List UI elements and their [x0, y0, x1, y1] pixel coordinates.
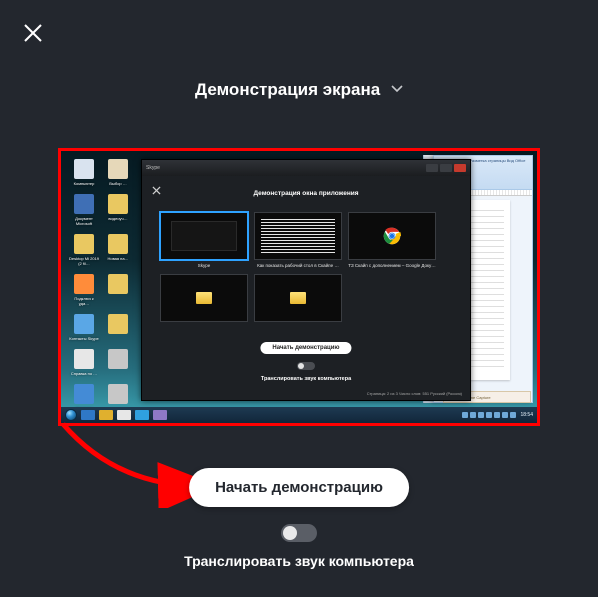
desktop-icon	[103, 349, 133, 376]
inner-thumbnail: ТЗ Скайп с дополнением – Google Доку…	[348, 212, 436, 268]
desktop-icon-glyph	[108, 234, 128, 254]
desktop-icon: Документ Microsoft	[69, 194, 99, 226]
desktop-icon-label: Новая па…	[103, 256, 133, 261]
desktop-icon	[103, 274, 133, 306]
desktop-icon-glyph	[74, 194, 94, 214]
inner-window-title: Skype	[146, 165, 160, 171]
desktop-icon-label: Справка по …	[69, 371, 99, 376]
inner-thumbnail-image	[160, 212, 248, 260]
chrome-icon	[383, 227, 401, 245]
dialog-title-text: Демонстрация экрана	[195, 80, 380, 99]
inner-thumbnail-image	[348, 212, 436, 260]
minimize-icon	[426, 164, 438, 172]
inner-thumbnail-grid: Skype Как показать рабочий стол в Скайпе …	[160, 212, 452, 325]
inner-start-button: Начать демонстрацию	[260, 342, 351, 354]
desktop-icon-label: Подключ к уда…	[69, 296, 99, 306]
inner-window-buttons	[426, 164, 466, 172]
desktop-icon-glyph	[74, 314, 94, 334]
taskbar-item	[135, 410, 149, 420]
desktop-icon-glyph	[108, 349, 128, 369]
desktop-icon: Подключ к уда…	[69, 274, 99, 306]
inner-audio-toggle	[297, 362, 315, 370]
inner-status-text: Страница: 2 из 3 Число слов: 551 Русский…	[367, 391, 462, 396]
inner-thumbnail: Skype	[160, 212, 248, 268]
desktop-icon: Desktop Mi 2019 (2 fil…	[69, 234, 99, 266]
desktop-icon-glyph	[108, 384, 128, 404]
desktop-icon-glyph	[74, 159, 94, 179]
desktop-icon: Компьютер	[69, 159, 99, 186]
inner-thumbnail-caption: ТЗ Скайп с дополнением – Google Доку…	[348, 263, 436, 268]
start-sharing-button[interactable]: Начать демонстрацию	[189, 468, 409, 507]
desktop-icon-label: Desktop Mi 2019 (2 fil…	[69, 256, 99, 266]
taskbar-item	[153, 410, 167, 420]
desktop-icon: видеоуч…	[103, 194, 133, 226]
inner-thumbnail-caption: Skype	[160, 263, 248, 268]
taskbar-items	[77, 410, 167, 420]
close-dialog-button[interactable]	[22, 22, 44, 44]
inner-thumbnail-image	[160, 274, 248, 322]
chevron-down-icon	[391, 78, 403, 98]
inner-heading: Демонстрация окна приложения	[142, 190, 470, 197]
inner-thumbnail	[160, 274, 248, 325]
desktop-icon: Контакты Skype	[69, 314, 99, 341]
broadcast-audio-toggle[interactable]	[281, 524, 317, 542]
desktop-icon-glyph	[108, 159, 128, 179]
desktop-icon: Выбор …	[103, 159, 133, 186]
inner-thumbnail	[254, 274, 342, 325]
desktop-icon-label: Выбор …	[103, 181, 133, 186]
taskbar: 18:54	[61, 407, 537, 423]
start-orb-icon	[65, 409, 77, 421]
inner-skype-window: Skype Демонстрация окна приложения Skype…	[141, 159, 471, 401]
desktop-icon-label: Документ Microsoft	[69, 216, 99, 226]
desktop-icon-label: видеоуч…	[103, 216, 133, 221]
dialog-title-dropdown[interactable]: Демонстрация экрана	[0, 80, 598, 100]
maximize-icon	[440, 164, 452, 172]
inner-thumbnail-caption: Как показать рабочий стол в Скайпе …	[254, 263, 342, 268]
taskbar-clock: 18:54	[520, 412, 533, 418]
inner-broadcast-label: Транслировать звук компьютера	[142, 376, 470, 382]
inner-thumbnail-image	[254, 212, 342, 260]
desktop-icon-glyph	[74, 384, 94, 404]
desktop-icon-glyph	[108, 274, 128, 294]
taskbar-item	[117, 410, 131, 420]
desktop-icon-glyph	[108, 314, 128, 334]
taskbar-item	[81, 410, 95, 420]
system-tray	[462, 412, 516, 418]
broadcast-audio-label: Транслировать звук компьютера	[0, 553, 598, 569]
screen-preview-thumbnail[interactable]: Компьютер Выбор … Документ Microsoft видеоу…	[58, 148, 540, 426]
start-sharing-label: Начать демонстрацию	[215, 479, 383, 496]
inner-titlebar: Skype	[142, 160, 470, 176]
desktop-icon-label: Компьютер	[69, 181, 99, 186]
desktop-icon: Справка по …	[69, 349, 99, 376]
desktop-icon-glyph	[108, 194, 128, 214]
desktop-icon-label: Контакты Skype	[69, 336, 99, 341]
close-icon	[22, 22, 44, 44]
close-icon	[454, 164, 466, 172]
inner-thumbnail: Как показать рабочий стол в Скайпе …	[254, 212, 342, 268]
taskbar-item	[99, 410, 113, 420]
desktop-icon	[103, 314, 133, 341]
desktop-icons: Компьютер Выбор … Документ Microsoft видеоу…	[67, 157, 137, 422]
inner-thumbnail-image	[254, 274, 342, 322]
desktop-icon: Новая па…	[103, 234, 133, 266]
desktop-icon-glyph	[74, 274, 94, 294]
desktop-icon-glyph	[74, 234, 94, 254]
desktop-icon-glyph	[74, 349, 94, 369]
